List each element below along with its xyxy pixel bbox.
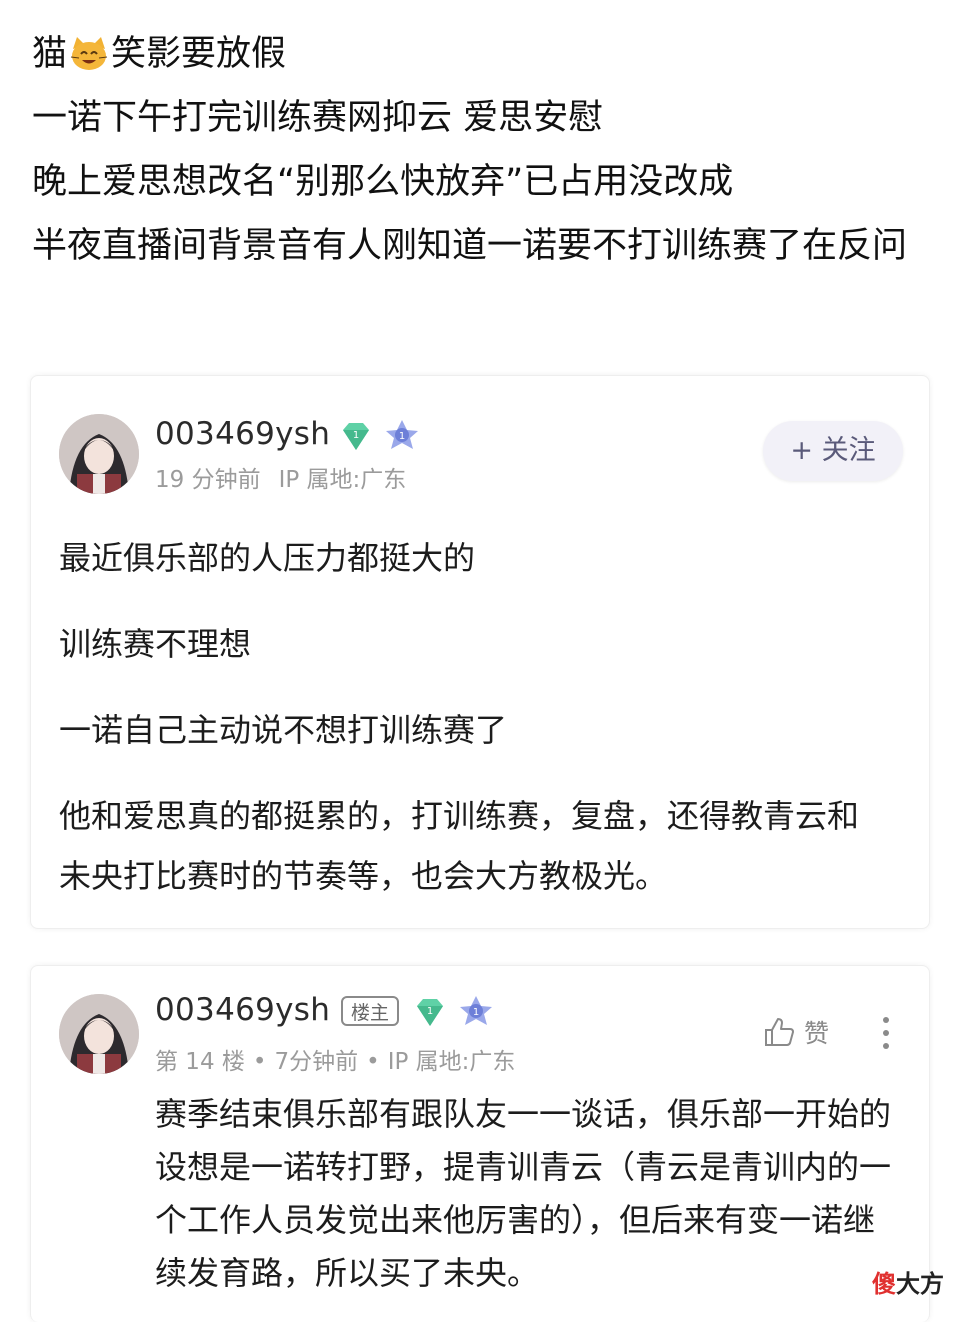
reply-content: 赛季结束俱乐部有跟队友一一谈话，俱乐部一开始的设想是一诺转打野，提青训青云（青云…	[155, 1095, 892, 1292]
svg-text:1: 1	[473, 1007, 479, 1018]
follow-button[interactable]: + 关注	[763, 421, 903, 481]
header-line-1-suffix: 笑影要放假	[111, 34, 287, 74]
like-button[interactable]: 赞	[762, 1014, 829, 1050]
owner-badge: 楼主	[341, 996, 399, 1026]
reply-card: 003469ysh 楼主 1 1 第 14 楼 • 7分钟前 • IP 属地:广东 赞 …	[30, 965, 930, 1322]
reply-meta: 第 14 楼 • 7分钟前 • IP 属地:广东	[155, 1049, 516, 1075]
avatar-image	[59, 994, 139, 1074]
watermark-dark-text: 大方	[896, 1270, 944, 1298]
post-paragraph: 一诺自己主动说不想打训练赛了	[59, 711, 508, 749]
reply-floor: 第 14 楼	[155, 1049, 245, 1075]
post-time: 19 分钟前	[155, 467, 261, 493]
post-paragraph: 训练赛不理想	[59, 625, 252, 663]
gem-badge-icon: 1	[343, 423, 369, 450]
like-label: 赞	[803, 1019, 829, 1048]
watermark: 傻大方	[872, 1264, 944, 1299]
username[interactable]: 003469ysh	[155, 992, 330, 1028]
avatar-image	[59, 414, 139, 494]
header-line-1: 猫 笑影要放假	[32, 22, 932, 86]
star-badge-icon: 1	[386, 420, 418, 449]
header-line-4: 半夜直播间背景音有人刚知道一诺要不打训练赛了在反问	[32, 226, 908, 266]
star-badge-icon: 1	[460, 996, 492, 1025]
more-options-icon[interactable]	[881, 1016, 891, 1050]
cat-face-icon	[70, 37, 108, 70]
watermark-red-text: 傻	[872, 1270, 896, 1298]
post-header-text: 猫 笑影要放假 一诺下午打完训练赛网抑云 爱思安慰 晚上爱思想改名“别那么快放弃…	[32, 22, 932, 278]
header-line-1-prefix: 猫	[32, 34, 68, 74]
avatar[interactable]	[59, 994, 139, 1074]
header-line-2: 一诺下午打完训练赛网抑云 爱思安慰	[32, 98, 604, 138]
post-paragraph: 他和爱思真的都挺累的，打训练赛，复盘，还得教青云和未央打比赛时的节奏等，也会大方…	[59, 797, 860, 895]
thumbs-up-icon	[764, 1018, 794, 1046]
avatar[interactable]	[59, 414, 139, 494]
post-card: 003469ysh 1 1 19 分钟前 IP 属地:广东 + 关注 最近俱乐部的…	[30, 375, 930, 929]
svg-text:1: 1	[353, 430, 359, 441]
post-ip-location: IP 属地:广东	[278, 467, 407, 493]
post-paragraph: 最近俱乐部的人压力都挺大的	[59, 539, 476, 577]
post-content: 最近俱乐部的人压力都挺大的 训练赛不理想 一诺自己主动说不想打训练赛了 他和爱思…	[59, 534, 889, 944]
reply-time: 7分钟前	[274, 1049, 359, 1075]
username[interactable]: 003469ysh	[155, 416, 330, 452]
svg-text:1: 1	[427, 1006, 433, 1017]
gem-badge-icon: 1	[417, 999, 443, 1026]
reply-ip-location: IP 属地:广东	[387, 1049, 516, 1075]
post-meta: 19 分钟前 IP 属地:广东	[155, 460, 406, 494]
svg-text:1: 1	[399, 431, 405, 442]
header-line-3: 晚上爱思想改名“别那么快放弃”已占用没改成	[32, 162, 734, 202]
